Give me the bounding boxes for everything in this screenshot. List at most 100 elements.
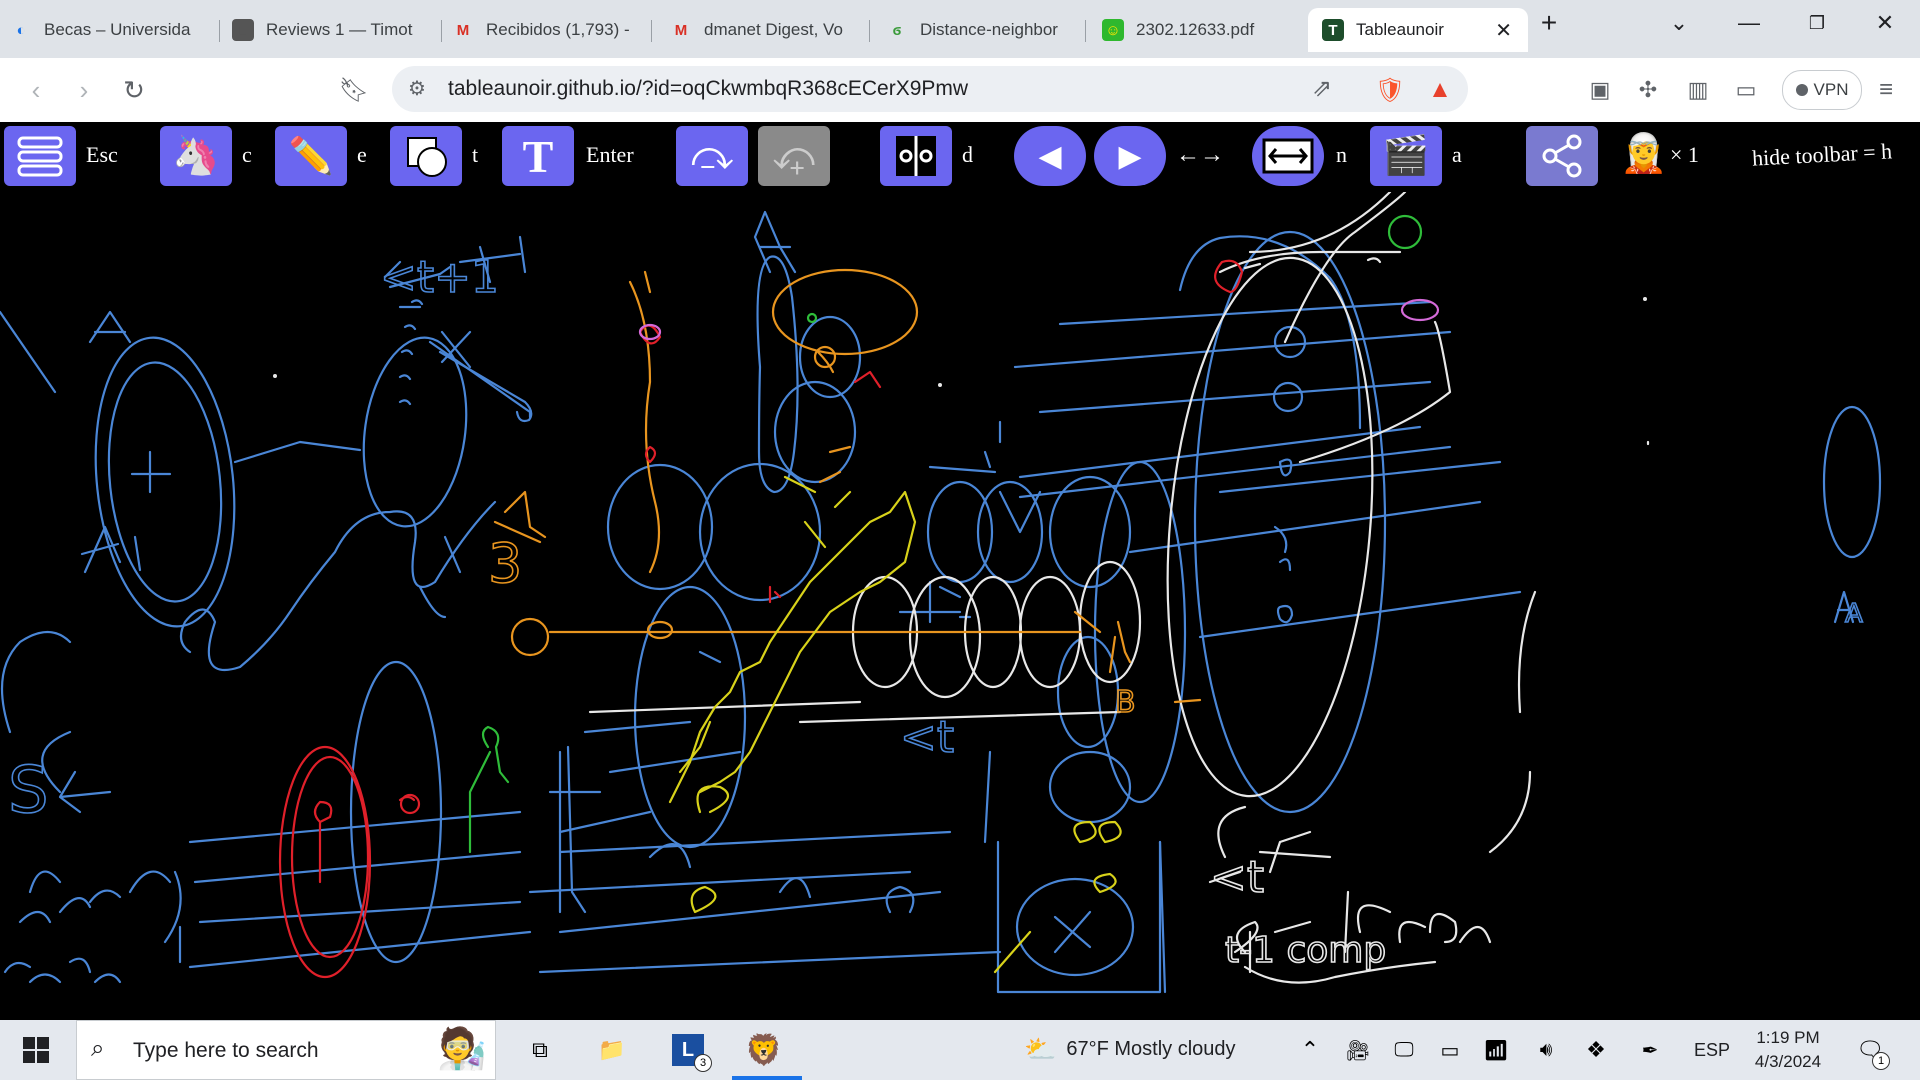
pen-menu-icon[interactable]: ✒ <box>1630 1030 1670 1070</box>
close-window-button[interactable]: ✕ <box>1860 8 1910 38</box>
weather-text: 67°F Mostly cloudy <box>1066 1038 1236 1060</box>
address-bar[interactable]: ⚙︎ tableaunoir.github.io/?id=oqCkwmbqR36… <box>392 66 1468 112</box>
forward-button[interactable]: › <box>64 70 104 110</box>
menu-button[interactable] <box>4 126 76 186</box>
tab-pdf[interactable]: ☺ 2302.12633.pdf <box>1102 8 1302 52</box>
tab-becas[interactable]: ◐ Becas – Universida <box>10 8 220 52</box>
volume-icon[interactable]: 🔊︎ <box>1526 1030 1566 1070</box>
tab-title: Tableaunoir <box>1356 20 1444 39</box>
mirror-button[interactable] <box>880 126 952 186</box>
magnet-button[interactable]: 🦄 <box>160 126 232 186</box>
url-text[interactable]: tableaunoir.github.io/?id=oqCkwmbqR368cE… <box>448 77 968 101</box>
tab-overleaf[interactable]: ϭ Distance-neighbor <box>886 8 1086 52</box>
board-drawing: <t+1 A <t <t t-1 comp S 3 B <box>0 192 1882 994</box>
notification-count: 1 <box>1872 1052 1890 1070</box>
shape-key: t <box>472 142 479 167</box>
weather-widget[interactable]: ⛅ 67°F Mostly cloudy <box>1024 1034 1236 1065</box>
search-icon: ⌕ <box>91 1035 105 1062</box>
task-view-icon[interactable]: ⧉ <box>520 1030 560 1070</box>
clock-time: 1:19 PM <box>1756 1028 1820 1047</box>
brave-shield-icon[interactable]: 🛡︎ <box>1370 70 1410 110</box>
site-settings-icon[interactable]: ⚙︎ <box>408 76 426 101</box>
reload-button[interactable]: ↻ <box>114 70 154 110</box>
navigate-arrows: ←→ <box>1176 142 1224 168</box>
vpn-icon <box>1795 84 1808 96</box>
menu-icon[interactable]: ≡ <box>1866 70 1906 110</box>
taskbar: ⌕ Type here to search 🧑‍🔬 ⧉ 📁 L 3 🦁 ⛅ 67… <box>0 1020 1920 1080</box>
participant-count: × 1 <box>1670 142 1699 167</box>
bookmark-icon[interactable]: 🔖︎ <box>334 70 374 110</box>
undo-button[interactable]: ⤼ <box>676 126 748 186</box>
fit-board-button[interactable] <box>1252 126 1324 186</box>
tab-gmail-inbox[interactable]: M Recibidos (1,793) - <box>452 8 652 52</box>
sidebar-icon[interactable]: ▥ <box>1678 70 1718 110</box>
search-placeholder: Type here to search <box>133 1039 319 1062</box>
new-tab-button[interactable]: + <box>1524 7 1574 38</box>
file-explorer-icon[interactable]: 📁 <box>592 1030 632 1070</box>
board-handwritten-label: B <box>1115 685 1136 720</box>
tab-reviews[interactable]: ■ Reviews 1 — Timot <box>232 8 442 52</box>
shape-button[interactable] <box>390 126 462 186</box>
tab-title: 2302.12633.pdf <box>1136 20 1255 39</box>
tab-gmail-dmanet[interactable]: M dmanet Digest, Vo <box>670 8 870 52</box>
board-handwritten-label: <t <box>1210 852 1264 903</box>
pencil-eraser-icon: ✏️ <box>288 135 334 176</box>
clock[interactable]: 1:19 PM 4/3/2024 <box>1750 1026 1826 1074</box>
notifications-icon[interactable]: 🗨︎ 1 <box>1850 1030 1890 1070</box>
vpn-button[interactable]: VPN <box>1782 70 1862 110</box>
meet-now-icon[interactable]: 🎥︎ <box>1338 1030 1378 1070</box>
tab-tableaunoir[interactable]: T Tableaunoir ✕ <box>1308 8 1528 52</box>
openreview-icon: ■ <box>232 19 254 41</box>
share-board-button[interactable] <box>1526 126 1598 186</box>
board-handwritten-label: A <box>1845 599 1863 629</box>
tab-search-chevron-icon[interactable]: ⌄ <box>1654 8 1704 38</box>
pdf-icon: ☺ <box>1102 19 1124 41</box>
next-button[interactable]: ▶ <box>1094 126 1166 186</box>
tab-title: Reviews 1 — Timot <box>266 20 413 39</box>
show-hidden-icons-chevron-icon[interactable]: ⌃ <box>1290 1030 1330 1070</box>
wallet-icon[interactable]: ▭ <box>1726 70 1766 110</box>
tableaunoir-icon: T <box>1322 19 1344 41</box>
input-language[interactable]: ESP <box>1694 1040 1730 1061</box>
tab-title: Distance-neighbor <box>920 20 1058 39</box>
minimize-button[interactable]: — <box>1724 8 1774 38</box>
windows-start-icon[interactable] <box>16 1030 56 1070</box>
display-icon[interactable]: 🖵 <box>1384 1030 1424 1070</box>
eraser-key: e <box>357 142 367 167</box>
eraser-button[interactable]: ✏️ <box>275 126 347 186</box>
unicorn-icon: 🦄 <box>172 135 220 177</box>
fit-key: n <box>1336 142 1347 167</box>
taskbar-search[interactable]: ⌕ Type here to search 🧑‍🔬 <box>76 1020 496 1080</box>
text-button[interactable]: T <box>502 126 574 186</box>
magnet-key: c <box>242 142 252 167</box>
share-icon <box>1542 134 1582 178</box>
app-window-count: 3 <box>694 1054 712 1072</box>
address-toolbar: ‹ › ↻ 🔖︎ ⚙︎ tableaunoir.github.io/?id=oq… <box>0 58 1920 123</box>
tab-strip: ◐ Becas – Universida ■ Reviews 1 — Timot… <box>0 0 1920 58</box>
dropbox-icon[interactable]: ❖ <box>1576 1030 1616 1070</box>
restore-button[interactable]: ❐ <box>1792 8 1842 38</box>
left-triangle-icon: ◀ <box>1038 139 1062 173</box>
animation-button[interactable]: 🎬 <box>1370 126 1442 186</box>
redo-button[interactable]: ⤽ <box>758 126 830 186</box>
gmail-icon: M <box>456 21 470 39</box>
back-button[interactable]: ‹ <box>16 70 56 110</box>
text-key: Enter <box>586 142 634 167</box>
previous-button[interactable]: ◀ <box>1014 126 1086 186</box>
brave-browser-icon[interactable]: 🦁 <box>744 1030 784 1070</box>
close-tab-icon[interactable]: ✕ <box>1495 18 1512 43</box>
lyx-app-icon[interactable]: L 3 <box>668 1030 712 1072</box>
extensions-icon[interactable]: ▣ <box>1580 70 1620 110</box>
board-toolbar: Esc 🦄 c ✏️ e t T Enter ⤼ ⤽ d ◀ ▶ ←→ n 🎬 … <box>0 122 1920 192</box>
share-icon[interactable]: ⇗ <box>1312 74 1332 103</box>
blackboard-canvas[interactable]: <t+1 A <t <t t-1 comp S 3 B <box>0 192 1920 1020</box>
clapperboard-icon: 🎬 <box>1382 135 1430 177</box>
tab-title: Becas – Universida <box>44 20 191 39</box>
hide-toolbar-hint[interactable]: hide toolbar = h <box>1751 138 1892 171</box>
brave-rewards-icon[interactable]: ▲ <box>1420 70 1460 110</box>
battery-icon[interactable]: ▭ <box>1430 1030 1470 1070</box>
board-handwritten-label: <t+1 <box>380 252 499 303</box>
wifi-icon[interactable]: 📶︎ <box>1476 1030 1516 1070</box>
puzzle-icon[interactable]: ✣ <box>1628 70 1668 110</box>
animation-key: a <box>1452 142 1462 167</box>
